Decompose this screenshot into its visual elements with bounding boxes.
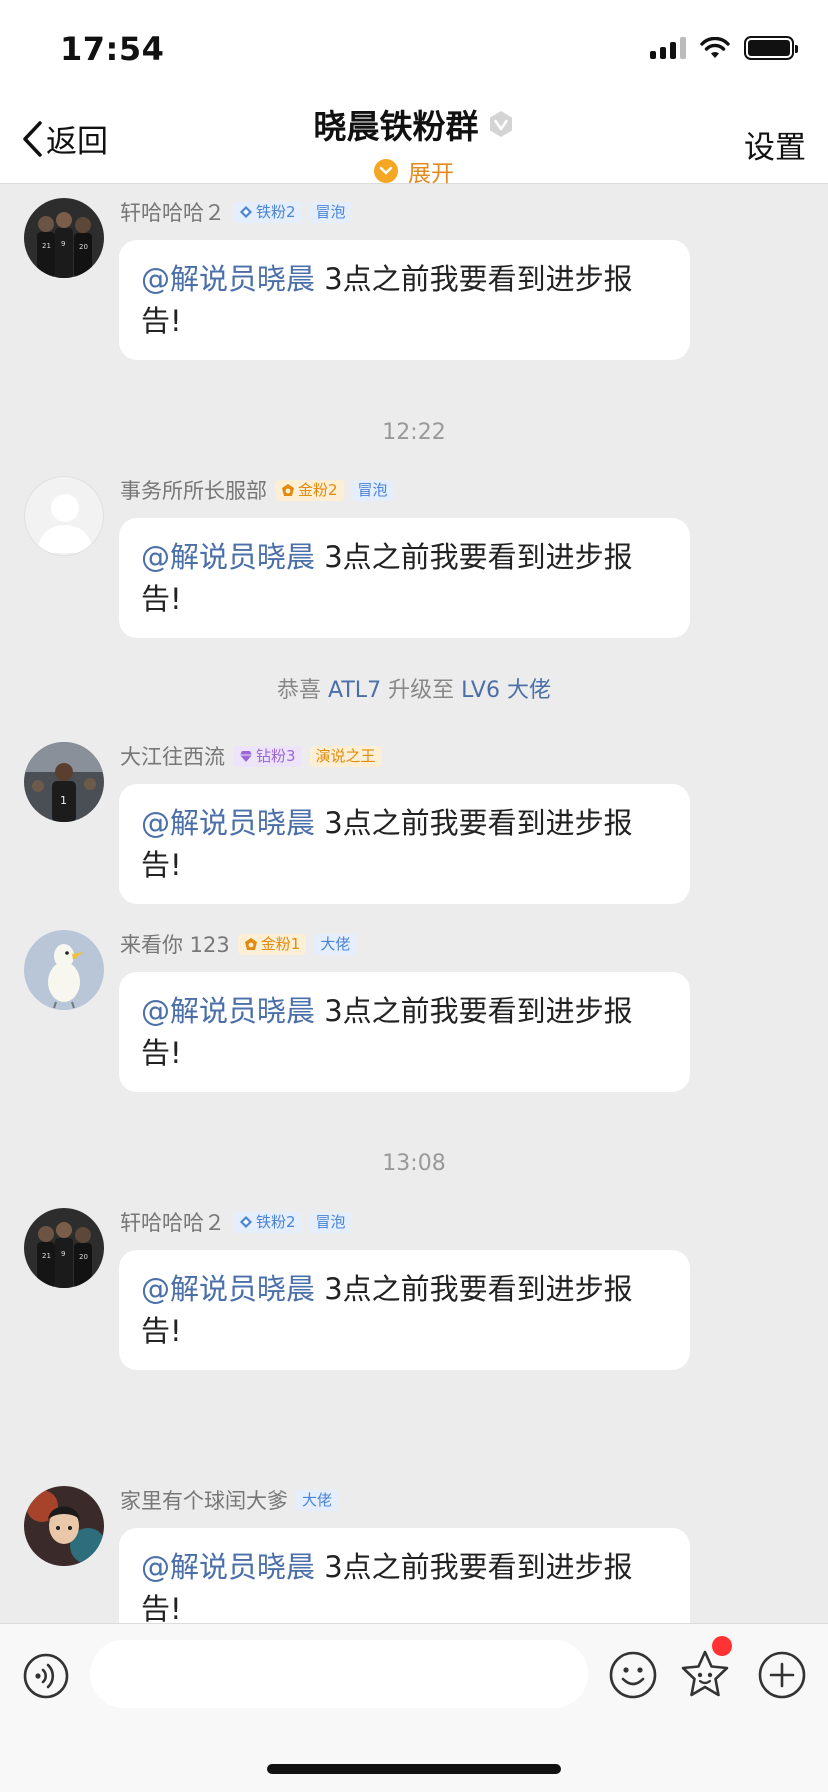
status-icons	[650, 36, 798, 60]
chevron-down-icon	[374, 159, 398, 183]
battery-icon	[744, 36, 798, 60]
mention-link[interactable]: @解说员晓晨	[141, 540, 315, 574]
fan-level-tag: 金粉2	[275, 479, 344, 501]
avatar[interactable]	[24, 1486, 104, 1566]
title-tag: 演说之王	[309, 745, 382, 767]
diamond-icon	[240, 206, 252, 218]
group-name: 晓晨铁粉群	[313, 107, 479, 146]
title-tag: 冒泡	[351, 479, 394, 501]
avatar[interactable]: 1	[24, 742, 104, 822]
timestamp: 13:08	[382, 1151, 446, 1176]
svg-text:21: 21	[42, 242, 51, 250]
unread-dot	[712, 1636, 732, 1656]
settings-button[interactable]: 设置	[744, 122, 806, 167]
anime-character-avatar	[24, 1486, 104, 1566]
default-avatar	[37, 494, 93, 553]
sticker-icon[interactable]	[678, 1648, 732, 1702]
plus-icon[interactable]	[757, 1650, 807, 1700]
home-indicator	[267, 1764, 561, 1774]
expand-label: 展开	[408, 161, 454, 187]
verified-badge-icon	[489, 111, 512, 137]
cellular-signal-icon	[650, 37, 686, 59]
diamond-icon	[240, 1216, 252, 1228]
title-tag: 大佬	[296, 1489, 339, 1511]
username[interactable]: 来看你 123	[120, 929, 230, 959]
fan-level-tag: 金粉1	[237, 933, 307, 955]
voice-input-icon[interactable]	[22, 1652, 70, 1700]
avatar[interactable]	[24, 930, 104, 1010]
username[interactable]: 大江往西流	[120, 741, 225, 771]
title-tag: 大佬	[314, 933, 357, 955]
mention-link[interactable]: @解说员晓晨	[141, 1272, 315, 1306]
fan-level-tag: 铁粉2	[233, 201, 302, 223]
crown-icon	[244, 938, 257, 950]
basketball-player-avatar: 1	[24, 742, 104, 822]
message-meta: 来看你 123 金粉1 大佬	[120, 929, 357, 959]
mention-link[interactable]: @解说员晓晨	[141, 806, 315, 840]
svg-text:9: 9	[61, 1250, 65, 1258]
message-meta: 事务所所长服部 金粉2 冒泡	[120, 476, 394, 504]
avatar[interactable]: 21 9 20	[24, 1208, 104, 1288]
spurs-team-avatar: 21 9 20	[24, 1208, 104, 1288]
svg-text:20: 20	[79, 1253, 88, 1261]
nav-bar: 返回 晓晨铁粉群 展开 设置	[0, 92, 828, 187]
mention-link[interactable]: @解说员晓晨	[141, 1550, 315, 1584]
bird-cartoon-avatar	[24, 930, 104, 1010]
username[interactable]: 家里有个球闰大爹	[120, 1485, 288, 1515]
svg-text:21: 21	[42, 1252, 51, 1260]
username[interactable]: 事务所所长服部	[120, 475, 267, 505]
message-bubble[interactable]: @解说员晓晨 3点之前我要看到进步报告!	[119, 784, 690, 904]
mention-link[interactable]: @解说员晓晨	[141, 262, 315, 296]
message-input[interactable]	[90, 1640, 588, 1708]
mention-link[interactable]: @解说员晓晨	[141, 994, 315, 1028]
svg-text:9: 9	[61, 240, 65, 248]
message-meta: 家里有个球闰大爹 大佬	[120, 1485, 339, 1515]
system-notice-user[interactable]: ATL7	[328, 678, 381, 703]
system-notice-level: LV6 大佬	[461, 678, 551, 703]
fan-level-tag: 钻粉3	[233, 745, 302, 767]
wifi-icon	[700, 37, 730, 58]
username[interactable]: 轩哈哈哈２	[120, 1207, 225, 1237]
avatar[interactable]: 21 9 20	[24, 198, 104, 278]
message-bubble[interactable]: @解说员晓晨 3点之前我要看到进步报告!	[119, 1250, 690, 1370]
avatar[interactable]	[24, 476, 104, 556]
svg-text:1: 1	[60, 794, 67, 807]
message-bubble[interactable]: @解说员晓晨 3点之前我要看到进步报告!	[119, 972, 690, 1092]
message-meta: 轩哈哈哈２ 铁粉2 冒泡	[120, 198, 352, 226]
gem-icon	[240, 751, 252, 762]
page-title: 晓晨铁粉群	[314, 100, 515, 148]
message-meta: 轩哈哈哈２ 铁粉2 冒泡	[120, 1208, 352, 1236]
nav-title-wrap: 晓晨铁粉群 展开	[0, 100, 828, 188]
title-tag: 冒泡	[309, 201, 352, 223]
system-notice: 恭喜 ATL7 升级至 LV6 大佬	[277, 678, 551, 703]
timestamp: 12:22	[382, 420, 446, 445]
emoji-icon[interactable]	[608, 1650, 658, 1700]
status-time: 17:54	[60, 30, 165, 68]
spurs-team-avatar: 21 9 20	[24, 198, 104, 278]
message-bubble[interactable]: @解说员晓晨 3点之前我要看到进步报告!	[119, 518, 690, 638]
status-bar: 17:54	[0, 0, 828, 92]
fan-level-tag: 铁粉2	[233, 1211, 302, 1233]
message-meta: 大江往西流 钻粉3 演说之王	[120, 742, 382, 770]
svg-text:20: 20	[79, 243, 88, 251]
crown-icon	[282, 484, 294, 496]
title-tag: 冒泡	[309, 1211, 352, 1233]
message-bubble[interactable]: @解说员晓晨 3点之前我要看到进步报告!	[119, 240, 690, 360]
username[interactable]: 轩哈哈哈２	[120, 197, 225, 227]
expand-button[interactable]: 展开	[374, 154, 454, 188]
